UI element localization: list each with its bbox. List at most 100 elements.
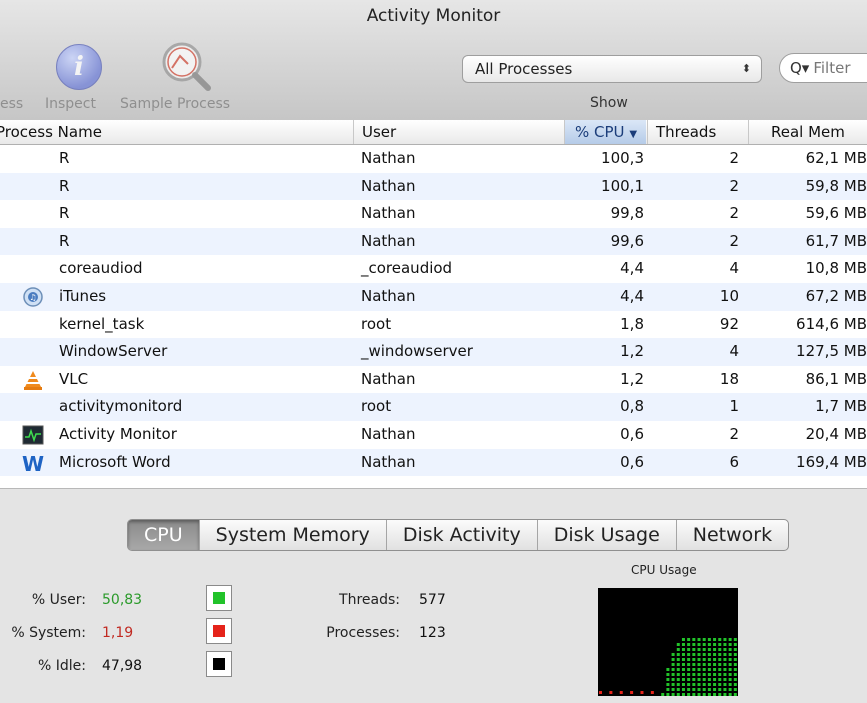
column-header-real-mem[interactable]: Real Mem [748, 120, 867, 144]
table-row[interactable]: activitymonitord root 0,8 1 1,7 MB [0, 393, 867, 421]
cpu-user-dot [733, 663, 737, 666]
table-row[interactable]: R Nathan 99,6 2 61,7 MB [0, 227, 867, 256]
column-header-threads[interactable]: Threads [647, 120, 747, 144]
table-row[interactable]: Activity Monitor Nathan 0,6 2 20,4 MB [0, 421, 867, 449]
cpu-usage-title: CPU Usage [631, 563, 697, 577]
tab-disk-usage[interactable]: Disk Usage [536, 520, 676, 550]
cpu-user-dot [676, 688, 680, 691]
table-row[interactable]: WindowServer _windowserver 1,2 4 127,5 MB [0, 338, 867, 366]
process-name-cell: WindowServer [59, 342, 168, 361]
cpu-user-dot [728, 658, 732, 661]
cpu-system-dot [640, 691, 644, 694]
cpu-cell: 4,4 [620, 259, 644, 278]
user-cell: root [361, 314, 392, 333]
process-name-cell: coreaudiod [59, 259, 143, 278]
cpu-user-dot [666, 693, 670, 696]
cpu-user-dot [713, 658, 717, 661]
cpu-user-dot [676, 643, 680, 646]
tab-network[interactable]: Network [675, 520, 788, 550]
cpu-user-dot [681, 678, 685, 681]
user-color-swatch[interactable] [206, 585, 232, 611]
cpu-user-dot [692, 653, 696, 656]
cpu-user-dot [723, 683, 727, 686]
idle-color-swatch[interactable] [206, 651, 232, 677]
cpu-user-dot [733, 668, 737, 671]
cpu-user-dot [671, 658, 675, 661]
real-mem-cell: 59,8 MB [805, 176, 867, 195]
quit-process-label[interactable]: ess [0, 96, 23, 112]
tab-system-memory[interactable]: System Memory [198, 520, 386, 550]
cpu-user-dot [718, 688, 722, 691]
cpu-user-dot [692, 693, 696, 696]
process-name-cell: activitymonitord [59, 397, 183, 416]
processes-value: 123 [419, 625, 446, 641]
cpu-user-dot [713, 683, 717, 686]
cpu-cell: 4,4 [620, 286, 644, 305]
cpu-cell: 1,2 [620, 369, 644, 388]
column-header-user[interactable]: User [353, 120, 563, 144]
tab-cpu[interactable]: CPU [128, 520, 199, 550]
table-row[interactable]: R Nathan 99,8 2 59,6 MB [0, 200, 867, 228]
table-row[interactable]: ♫ iTunes Nathan 4,4 10 67,2 MB [0, 282, 867, 311]
threads-cell: 1 [729, 397, 739, 416]
cpu-user-dot [702, 693, 706, 696]
cpu-user-dot [676, 673, 680, 676]
cpu-user-dot [733, 683, 737, 686]
cpu-user-dot [676, 683, 680, 686]
table-row[interactable]: R Nathan 100,1 2 59,8 MB [0, 172, 867, 201]
cpu-user-dot [728, 688, 732, 691]
cpu-user-dot [687, 678, 691, 681]
sample-process-button[interactable] [158, 38, 212, 92]
column-header-cpu[interactable]: % CPU ▼ [564, 120, 646, 144]
cpu-user-dot [692, 643, 696, 646]
sample-process-label[interactable]: Sample Process [120, 96, 230, 112]
info-icon: i [56, 44, 102, 90]
real-mem-cell: 20,4 MB [805, 424, 867, 443]
cpu-user-dot [692, 663, 696, 666]
show-label: Show [590, 95, 628, 111]
cpu-user-dot [687, 693, 691, 696]
cpu-user-dot [687, 683, 691, 686]
threads-cell: 6 [729, 452, 739, 471]
cpu-user-dot [718, 683, 722, 686]
cpu-system-dot [630, 691, 634, 694]
threads-label: Threads: [339, 592, 400, 608]
cpu-user-dot [728, 693, 732, 696]
cpu-cell: 0,6 [620, 424, 644, 443]
inspect-button[interactable]: i [56, 44, 102, 90]
process-name-cell: R [59, 204, 70, 223]
column-header-process-name[interactable]: Process Name [0, 120, 352, 144]
cpu-cell: 0,6 [620, 452, 644, 471]
tab-disk-activity[interactable]: Disk Activity [385, 520, 537, 550]
cpu-cell: 1,2 [620, 342, 644, 361]
table-row[interactable]: VLC Nathan 1,2 18 86,1 MB [0, 366, 867, 394]
cpu-user-dot [671, 653, 675, 656]
table-row[interactable]: kernel_task root 1,8 92 614,6 MB [0, 311, 867, 339]
svg-text:♫: ♫ [29, 293, 36, 302]
cpu-user-dot [707, 658, 711, 661]
table-row[interactable]: coreaudiod _coreaudiod 4,4 4 10,8 MB [0, 255, 867, 283]
inspect-label[interactable]: Inspect [45, 96, 96, 112]
cpu-user-dot [671, 678, 675, 681]
cpu-user-dot [687, 673, 691, 676]
system-color-swatch[interactable] [206, 618, 232, 644]
table-row[interactable]: W Microsoft Word Nathan 0,6 6 169,4 MB [0, 448, 867, 477]
cpu-user-dot [687, 688, 691, 691]
filter-search-field[interactable]: Q▾ Filter [779, 53, 867, 83]
cpu-user-dot [697, 673, 701, 676]
cpu-user-dot [661, 693, 665, 696]
cpu-cell: 100,3 [601, 149, 644, 167]
cpu-user-dot [692, 658, 696, 661]
cpu-user-dot [666, 678, 670, 681]
cpu-user-dot [718, 643, 722, 646]
cpu-user-dot [681, 683, 685, 686]
show-processes-select[interactable]: All Processes ⬍ [462, 55, 762, 83]
table-row[interactable]: R Nathan 100,3 2 62,1 MB [0, 145, 867, 173]
cpu-user-dot [718, 693, 722, 696]
cpu-user-dot [692, 648, 696, 651]
cpu-user-dot [718, 678, 722, 681]
cpu-cell: 99,8 [610, 204, 644, 223]
cpu-user-dot [692, 673, 696, 676]
cpu-user-dot [697, 638, 701, 641]
cpu-cell: 99,6 [610, 231, 644, 250]
